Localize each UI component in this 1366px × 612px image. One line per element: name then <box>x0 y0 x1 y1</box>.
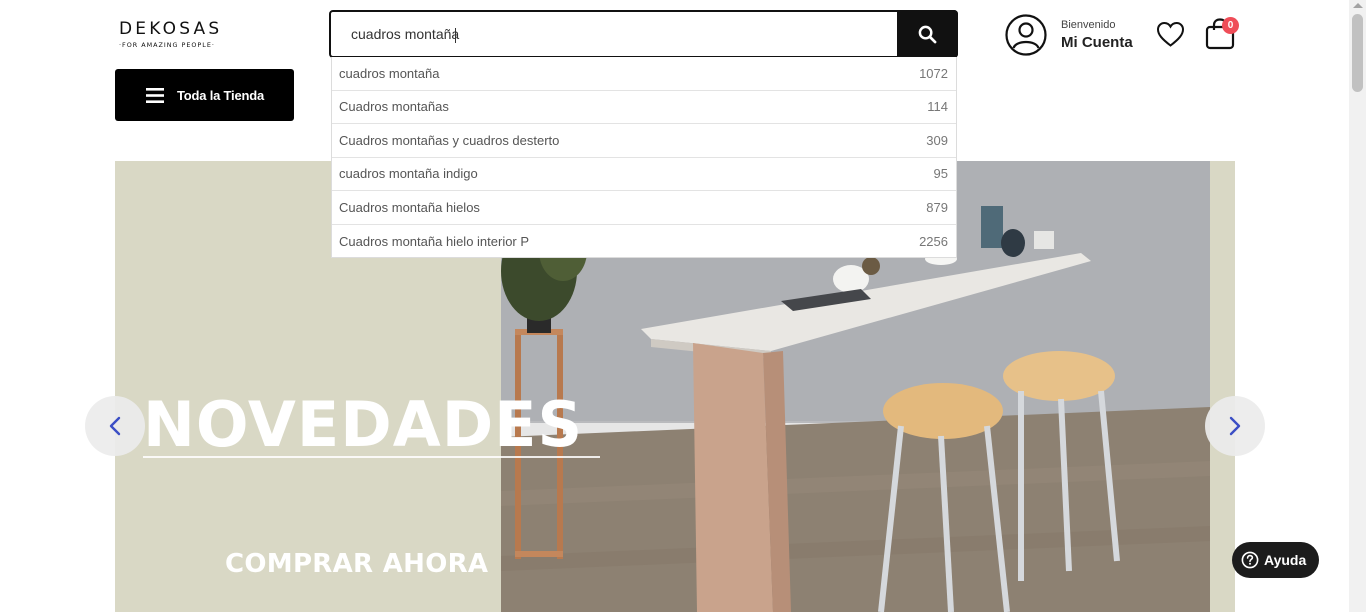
suggestion-label: Cuadros montañas <box>339 99 449 115</box>
account-name: Mi Cuenta <box>1061 34 1133 51</box>
cart-count-badge: 0 <box>1222 17 1239 34</box>
heart-icon <box>1156 21 1185 47</box>
carousel-prev-button[interactable] <box>85 396 145 456</box>
search-icon <box>918 25 937 43</box>
wishlist-button[interactable] <box>1156 21 1185 48</box>
brand-tagline: ·FOR AMAZING PEOPLE· <box>119 41 215 49</box>
menu-icon <box>146 87 164 103</box>
suggestion-label: cuadros montaña <box>339 65 440 81</box>
suggestion-count: 879 <box>926 199 948 215</box>
help-button[interactable]: Ayuda <box>1232 542 1319 578</box>
search-input[interactable] <box>331 12 898 56</box>
search-button[interactable] <box>897 10 958 58</box>
suggestion-label: Cuadros montaña hielos <box>339 199 480 215</box>
suggestion-item[interactable]: cuadros montaña indigo 95 <box>332 158 956 191</box>
suggestion-item[interactable]: Cuadros montañas 114 <box>332 91 956 124</box>
suggestion-item[interactable]: Cuadros montañas y cuadros desterto 309 <box>332 124 956 158</box>
suggestion-item[interactable]: cuadros montaña 1072 <box>332 57 956 91</box>
hero-cta-button[interactable]: COMPRAR AHORA <box>225 549 488 579</box>
chevron-right-icon <box>1229 416 1241 436</box>
suggestion-label: Cuadros montaña hielo interior P <box>339 233 530 249</box>
suggestion-label: Cuadros montañas y cuadros desterto <box>339 132 560 148</box>
suggestion-item[interactable]: Cuadros montaña hielos 879 <box>332 191 956 225</box>
account-link[interactable]: Bienvenido Mi Cuenta <box>1005 14 1139 56</box>
hero-title: NOVEDADES <box>143 388 584 461</box>
hero-title-underline <box>143 456 600 458</box>
suggestion-count: 2256 <box>919 233 948 249</box>
suggestion-count: 1072 <box>919 65 948 81</box>
search-bar <box>329 10 958 58</box>
account-welcome: Bienvenido <box>1061 19 1116 31</box>
all-store-menu-button[interactable]: Toda la Tienda <box>115 69 294 121</box>
scroll-up-arrow[interactable] <box>1353 3 1363 8</box>
suggestion-count: 95 <box>933 166 948 182</box>
hero-side-panel <box>1210 161 1235 612</box>
store-menu-label: Toda la Tienda <box>177 87 265 103</box>
search-suggestions: cuadros montaña 1072 Cuadros montañas 11… <box>331 57 957 258</box>
suggestion-label: cuadros montaña indigo <box>339 166 478 182</box>
user-icon <box>1005 14 1047 56</box>
chevron-left-icon <box>109 416 121 436</box>
brand-logo[interactable]: DEKOSAS ·FOR AMAZING PEOPLE· <box>119 20 233 50</box>
text-cursor <box>455 28 456 43</box>
suggestion-count: 114 <box>927 99 948 115</box>
suggestion-count: 309 <box>926 132 948 148</box>
brand-name: DEKOSAS <box>119 19 223 39</box>
scrollbar-thumb[interactable] <box>1352 14 1363 92</box>
help-label: Ayuda <box>1264 552 1307 568</box>
question-icon <box>1241 551 1259 569</box>
carousel-next-button[interactable] <box>1205 396 1265 456</box>
suggestion-item[interactable]: Cuadros montaña hielo interior P 2256 <box>332 225 956 259</box>
